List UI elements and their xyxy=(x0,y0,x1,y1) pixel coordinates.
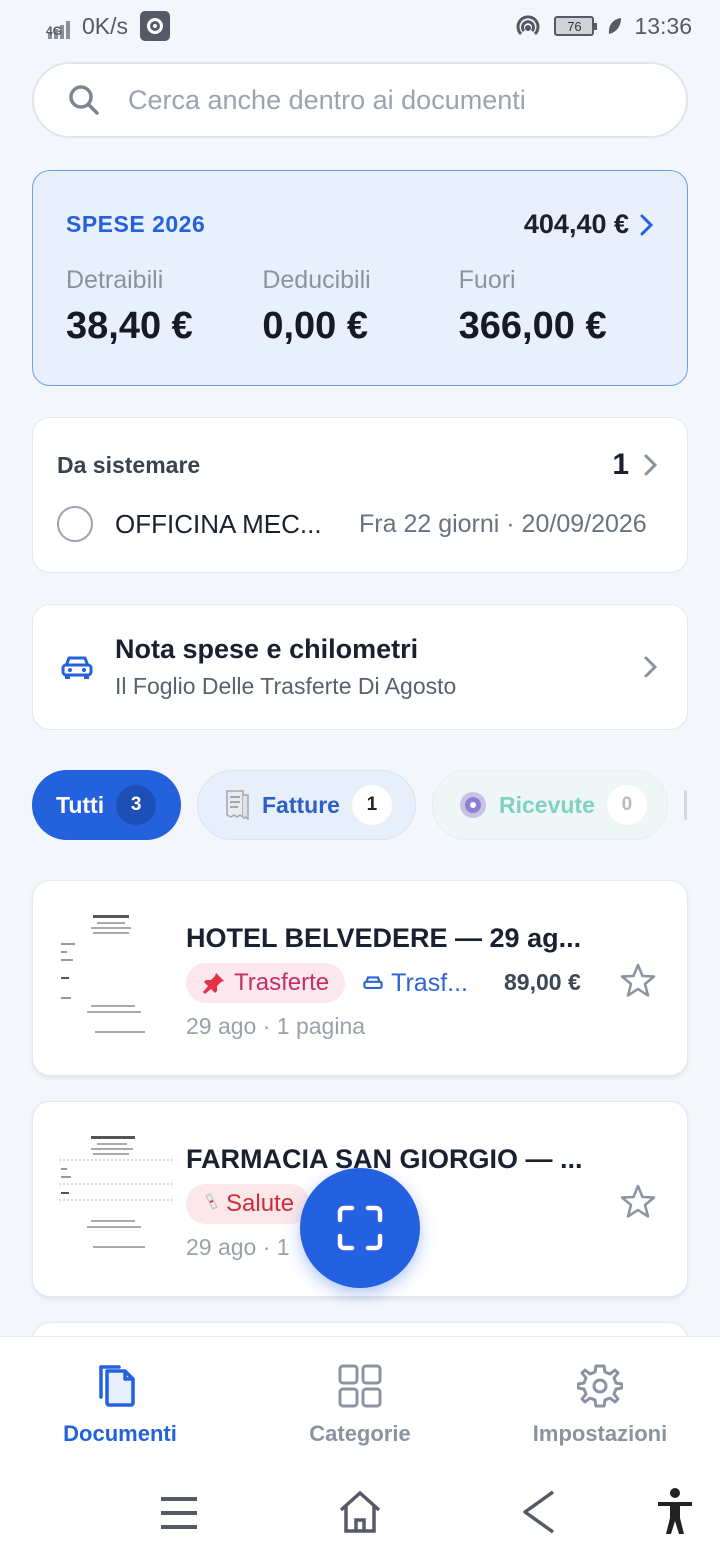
to-fix-item-name: OFFICINA MEC... xyxy=(115,508,322,539)
filter-chip-receipts[interactable]: Ricevute 0 xyxy=(432,770,668,840)
tag-salute[interactable]: Salute xyxy=(186,1184,311,1224)
chip-count: 1 xyxy=(351,785,392,825)
document-item[interactable]: HOTEL BELVEDERE — 29 ag... Trasferte Tra… xyxy=(32,880,688,1076)
system-navigation-bar xyxy=(0,1466,720,1560)
nav-label: Impostazioni xyxy=(532,1421,668,1446)
pill-icon xyxy=(205,1193,218,1210)
column-value: 366,00 € xyxy=(458,305,607,347)
document-thumbnail xyxy=(53,907,179,1051)
expense-report-card[interactable]: Nota spese e chilometri Il Foglio Delle … xyxy=(32,604,688,730)
nav-item-categories[interactable]: Categorie xyxy=(240,1363,480,1447)
scan-button[interactable] xyxy=(300,1168,420,1288)
tag-label: Salute xyxy=(226,1190,295,1217)
category-label: Trasf... xyxy=(391,968,468,997)
car-icon xyxy=(363,976,383,989)
column-value: 38,40 € xyxy=(66,305,193,347)
to-fix-card[interactable]: Da sistemare 1 OFFICINA MEC... Fra 22 gi… xyxy=(32,417,688,573)
receipt-icon xyxy=(226,790,249,821)
documents-icon xyxy=(99,1365,135,1407)
battery-icon: 76 xyxy=(554,16,598,36)
chip-label: Tutti xyxy=(56,791,105,818)
to-fix-count-value: 1 xyxy=(612,448,629,481)
accessibility-icon[interactable] xyxy=(656,1488,694,1536)
scan-icon xyxy=(337,1205,383,1251)
document-title: FARMACIA SAN GIORGIO — ... xyxy=(186,1144,583,1174)
filter-chip-all[interactable]: Tutti 3 xyxy=(32,770,181,840)
to-fix-title: Da sistemare xyxy=(57,451,201,478)
clock: 13:36 xyxy=(634,12,692,39)
car-icon xyxy=(61,656,93,679)
chevron-right-icon xyxy=(644,454,658,476)
to-fix-count: 1 xyxy=(612,448,659,482)
tag-trasferte[interactable]: Trasferte xyxy=(186,963,346,1003)
status-bar: 4G 0K/s 76 13:36 xyxy=(0,0,720,52)
gear-icon xyxy=(577,1364,623,1408)
chip-label: Fatture xyxy=(262,791,340,818)
bottom-navigation: Documenti Categorie Impostazioni xyxy=(0,1336,720,1466)
expenses-total-value: 404,40 € xyxy=(523,209,629,239)
pushpin-icon xyxy=(203,973,224,994)
chip-count: 0 xyxy=(606,785,647,825)
nav-item-documents[interactable]: Documenti xyxy=(0,1363,240,1447)
nav-item-settings[interactable]: Impostazioni xyxy=(480,1363,720,1447)
chevron-right-icon xyxy=(640,214,654,235)
search-icon xyxy=(69,85,99,115)
disc-icon xyxy=(460,792,486,818)
document-meta: 29 ago · 1 xyxy=(186,1234,290,1260)
chevron-right-icon xyxy=(644,656,658,678)
leaf-icon xyxy=(609,18,622,34)
search-placeholder: Cerca anche dentro ai documenti xyxy=(128,84,526,115)
column-value: 0,00 € xyxy=(262,305,368,347)
hotspot-icon xyxy=(516,15,540,36)
document-thumbnail xyxy=(53,1128,179,1272)
document-title: HOTEL BELVEDERE — 29 ag... xyxy=(186,923,582,953)
nav-label: Documenti xyxy=(63,1421,177,1446)
expense-column-deductible: Detraibili 38,40 € xyxy=(66,266,262,348)
expenses-year-title: SPESE 2026 xyxy=(66,211,206,237)
tag-label: Trasferte xyxy=(234,969,330,996)
search-bar[interactable]: Cerca anche dentro ai documenti xyxy=(32,62,688,138)
chip-count: 3 xyxy=(116,785,157,825)
nav-label: Categorie xyxy=(309,1421,411,1446)
expense-column-other: Fuori 366,00 € xyxy=(459,266,655,348)
home-icon[interactable] xyxy=(337,1490,383,1534)
expenses-total: 404,40 € xyxy=(524,209,655,240)
network-type: 4G xyxy=(46,24,63,38)
to-fix-item[interactable]: OFFICINA MEC... Fra 22 giorni · 20/09/20… xyxy=(57,506,659,542)
battery-level: 76 xyxy=(567,18,582,34)
next-chip-edge[interactable] xyxy=(684,790,687,820)
menu-icon[interactable] xyxy=(159,1493,199,1533)
record-icon xyxy=(140,11,171,41)
column-label: Detraibili xyxy=(66,266,164,294)
document-meta: 29 ago · 1 pagina xyxy=(186,1013,366,1039)
to-fix-item-meta: Fra 22 giorni · 20/09/2026 xyxy=(359,509,647,538)
star-icon[interactable] xyxy=(619,1183,657,1221)
expense-report-subtitle: Il Foglio Delle Trasferte Di Agosto xyxy=(115,673,457,699)
back-icon[interactable] xyxy=(521,1490,557,1534)
star-icon[interactable] xyxy=(619,962,657,1000)
checkbox-circle[interactable] xyxy=(57,506,93,542)
signal-icon: 4G xyxy=(30,13,70,39)
category-link[interactable]: Trasf... xyxy=(363,969,468,998)
expense-report-title: Nota spese e chilometri xyxy=(115,634,419,664)
column-label: Fuori xyxy=(458,266,516,294)
expenses-summary-card[interactable]: SPESE 2026 404,40 € Detraibili 38,40 € D… xyxy=(32,170,688,386)
column-label: Deducibili xyxy=(262,266,371,294)
network-speed: 0K/s xyxy=(82,12,129,39)
expense-column-tax-deductible: Deducibili 0,00 € xyxy=(262,266,458,348)
grid-icon xyxy=(338,1364,382,1408)
chip-label: Ricevute xyxy=(499,791,595,818)
filter-chip-invoices[interactable]: Fatture 1 xyxy=(197,770,416,840)
document-amount: 89,00 € xyxy=(504,969,581,995)
